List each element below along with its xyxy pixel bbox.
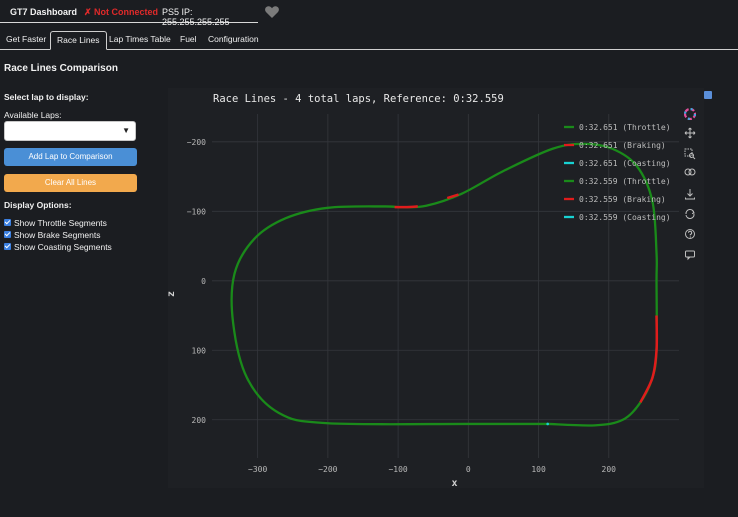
connection-status: ✗ Not Connected — [84, 7, 159, 17]
download-icon[interactable] — [684, 188, 696, 200]
app-title: GT7 Dashboard — [10, 7, 78, 17]
reset-icon[interactable] — [684, 208, 696, 220]
display-options-heading: Display Options: — [4, 200, 72, 210]
x-axis-label: x — [451, 478, 457, 488]
y-tick-label: −100 — [187, 207, 206, 216]
y-tick-label: 100 — [192, 346, 207, 355]
ps5-ip: PS5 IP: 255.255.255.255 — [162, 7, 230, 27]
x-tick-label: 100 — [531, 465, 546, 474]
brake-option-label: Show Brake Segments — [14, 229, 101, 240]
option-coasting[interactable]: Show Coasting Segments — [4, 241, 112, 252]
legend-entry: 0:32.559 (Coasting) — [579, 213, 671, 222]
top-bar: GT7 Dashboard ✗ Not Connected PS5 IP: 25… — [0, 0, 738, 27]
y-tick-label: 200 — [192, 416, 207, 425]
braking-segment — [394, 205, 418, 209]
option-brake[interactable]: Show Brake Segments — [4, 229, 100, 240]
page-title: Race Lines Comparison — [4, 63, 118, 74]
clear-lines-button[interactable]: Clear All Lines — [4, 174, 137, 192]
chart-title: Race Lines - 4 total laps, Reference: 0:… — [213, 93, 504, 105]
tab-race-lines[interactable]: Race Lines — [50, 31, 107, 50]
tab-get-faster[interactable]: Get Faster — [6, 31, 46, 48]
zoom-icon[interactable] — [684, 148, 696, 160]
tab-configuration[interactable]: Configuration — [208, 31, 259, 48]
legend-entry: 0:32.651 (Braking) — [579, 141, 666, 150]
heart-icon[interactable] — [264, 4, 280, 20]
tab-bar: Get Faster Race Lines Lap Times Table Fu… — [0, 31, 738, 50]
option-throttle[interactable]: Show Throttle Segments — [4, 217, 107, 228]
throttle-option-label: Show Throttle Segments — [14, 217, 107, 228]
pan-icon[interactable] — [684, 127, 696, 139]
header-tab: GT7 Dashboard ✗ Not Connected PS5 IP: 25… — [0, 0, 258, 27]
select-lap-heading: Select lap to display: — [4, 92, 89, 102]
tab-lap-times-table[interactable]: Lap Times Table — [109, 31, 171, 48]
x-tick-label: −100 — [388, 465, 407, 474]
coasting-checkbox[interactable] — [4, 243, 11, 250]
race-lines-plot[interactable]: −300 −200 −100 0 100 200 −200 −100 0 100 200 x z Race… — [168, 88, 704, 488]
available-laps-label: Available Laps: — [4, 110, 62, 120]
y-tick-label: 0 — [201, 277, 206, 286]
x-tick-label: 0 — [466, 465, 471, 474]
legend-entry: 0:32.559 (Braking) — [579, 195, 666, 204]
brake-checkbox[interactable] — [4, 231, 11, 238]
legend-entry: 0:32.651 (Coasting) — [579, 159, 671, 168]
x-tick-label: −300 — [248, 465, 267, 474]
plot-modebar — [681, 106, 699, 266]
tab-fuel[interactable]: Fuel — [180, 31, 197, 48]
x-tick-label: 200 — [602, 465, 617, 474]
throttle-checkbox[interactable] — [4, 219, 11, 226]
laps-select[interactable]: ▼ — [4, 121, 136, 141]
coasting-option-label: Show Coasting Segments — [14, 241, 112, 252]
y-axis-label: z — [168, 291, 177, 297]
coasting-point — [546, 422, 549, 426]
legend-entry: 0:32.651 (Throttle) — [579, 123, 671, 132]
x-tick-label: −200 — [318, 465, 337, 474]
lasso-icon[interactable] — [684, 167, 696, 179]
help-icon[interactable] — [684, 228, 696, 240]
chevron-down-icon: ▼ — [122, 126, 130, 135]
hover-icon[interactable] — [684, 249, 696, 261]
plotly-logo-icon[interactable] — [684, 108, 696, 120]
legend-entry: 0:32.559 (Throttle) — [579, 177, 671, 186]
add-lap-button[interactable]: Add Lap to Comparison — [4, 148, 137, 166]
info-badge-icon — [704, 91, 712, 99]
race-lines-chart[interactable]: −300 −200 −100 0 100 200 −200 −100 0 100 200 x z Race… — [168, 88, 704, 488]
y-tick-label: −200 — [187, 138, 206, 147]
